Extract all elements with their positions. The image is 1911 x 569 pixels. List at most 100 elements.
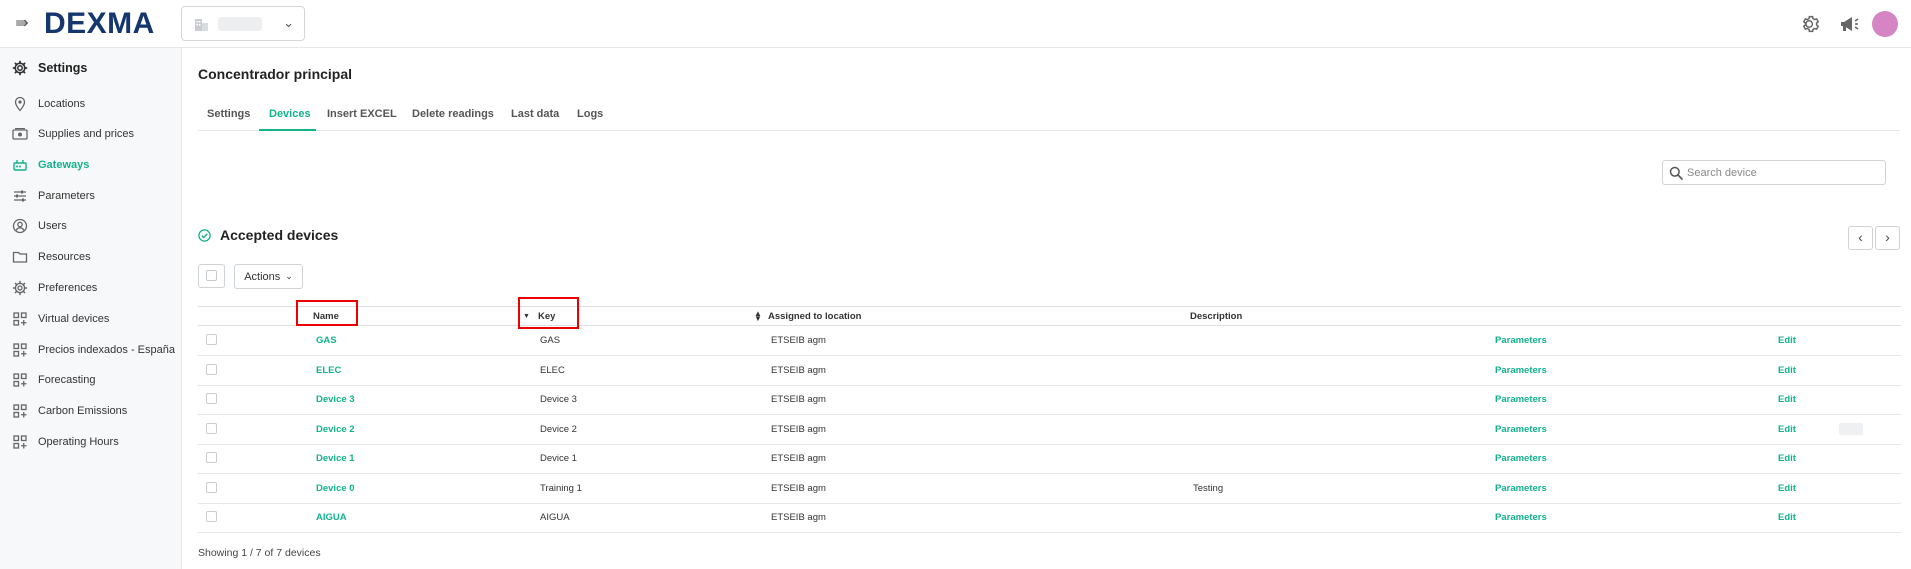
sidebar-item-carbon-emissions[interactable]: Carbon Emissions <box>12 401 177 421</box>
sidebar-item-label: Locations <box>38 98 86 110</box>
device-name-link[interactable]: GAS <box>316 335 337 346</box>
chevron-down-icon: ⌄ <box>285 271 293 281</box>
site-name-redacted <box>218 17 262 31</box>
edit-link[interactable]: Edit <box>1778 453 1796 464</box>
parameters-link[interactable]: Parameters <box>1495 483 1547 494</box>
parameters-link[interactable]: Parameters <box>1495 453 1547 464</box>
sidebar-item-resources[interactable]: Resources <box>12 247 177 267</box>
apps-icon <box>13 343 27 357</box>
active-tab-indicator <box>259 129 316 131</box>
sidebar-item-virtual-devices[interactable]: Virtual devices <box>12 309 177 329</box>
table-row: Device 3 Device 3 ETSEIB agm Parameters … <box>198 385 1901 415</box>
actions-label: Actions <box>244 270 281 283</box>
edit-link[interactable]: Edit <box>1778 512 1796 523</box>
column-header-description: Description <box>1190 311 1243 322</box>
column-header-location[interactable]: Assigned to location <box>768 311 861 322</box>
actions-dropdown[interactable]: Actions ⌄ <box>234 264 303 289</box>
sidebar-item-label: Supplies and prices <box>38 128 135 140</box>
tab-last-data[interactable]: Last data <box>511 108 559 120</box>
gear-icon <box>12 60 28 76</box>
section-title: Accepted devices <box>220 227 339 243</box>
row-checkbox[interactable] <box>206 482 217 493</box>
table-row: Device 1 Device 1 ETSEIB agm Parameters … <box>198 444 1901 474</box>
device-key: GAS <box>540 335 561 346</box>
apps-icon <box>13 404 27 418</box>
sidebar-item-forecasting[interactable]: Forecasting <box>12 370 177 390</box>
tab-devices[interactable]: Devices <box>269 108 311 120</box>
location-pin-icon <box>14 96 26 112</box>
device-location: ETSEIB agm <box>771 483 826 494</box>
device-name-link[interactable]: Device 1 <box>316 453 355 464</box>
folder-icon <box>12 251 28 263</box>
row-checkbox[interactable] <box>206 393 217 404</box>
device-name-link[interactable]: Device 2 <box>316 424 355 435</box>
sidebar-item-users[interactable]: Users <box>12 216 177 236</box>
sidebar-item-gateways[interactable]: Gateways <box>12 155 177 175</box>
row-checkbox[interactable] <box>206 452 217 463</box>
parameters-link[interactable]: Parameters <box>1495 335 1547 346</box>
site-selector[interactable]: ⌄ <box>181 6 305 41</box>
checkbox-box <box>206 270 217 281</box>
sidebar-item-operating-hours[interactable]: Operating Hours <box>12 432 177 452</box>
sidebar-heading: Settings <box>12 58 87 78</box>
device-key: Device 3 <box>540 394 577 405</box>
page-title: Concentrador principal <box>198 66 353 82</box>
sidebar-item-label: Gateways <box>38 159 90 171</box>
device-location: ETSEIB agm <box>771 335 826 346</box>
sidebar-item-label: Forecasting <box>38 374 96 386</box>
tab-delete-readings[interactable]: Delete readings <box>412 108 494 120</box>
sort-both-icon[interactable]: ▲ ▼ <box>754 310 762 323</box>
device-location: ETSEIB agm <box>771 453 826 464</box>
row-checkbox[interactable] <box>206 334 217 345</box>
edit-link[interactable]: Edit <box>1778 483 1796 494</box>
next-page-button[interactable]: › <box>1875 226 1900 250</box>
row-hover-button[interactable] <box>1839 423 1863 435</box>
sidebar-item-label: Virtual devices <box>38 313 110 325</box>
row-checkbox[interactable] <box>206 364 217 375</box>
select-all-checkbox[interactable] <box>198 264 225 288</box>
parameters-link[interactable]: Parameters <box>1495 394 1547 405</box>
edit-link[interactable]: Edit <box>1778 394 1796 405</box>
sidebar-item-parameters[interactable]: Parameters <box>12 186 177 206</box>
sidebar-item-preferences[interactable]: Preferences <box>12 278 177 298</box>
parameters-link[interactable]: Parameters <box>1495 424 1547 435</box>
sidebar-item-precios-indexados[interactable]: Precios indexados - España <box>12 340 177 360</box>
settings-gear-icon[interactable] <box>1800 13 1822 35</box>
chevron-left-icon: ‹ <box>1858 229 1863 245</box>
logo[interactable]: DEXMA <box>44 7 155 41</box>
table-row: Device 2 Device 2 ETSEIB agm Parameters … <box>198 415 1901 445</box>
tab-settings[interactable]: Settings <box>207 108 250 120</box>
previous-page-button[interactable]: ‹ <box>1848 226 1873 250</box>
megaphone-icon[interactable] <box>1838 14 1860 34</box>
apps-icon <box>13 373 27 387</box>
section-heading: Accepted devices <box>198 227 338 243</box>
tab-bar: Settings Devices Insert EXCEL Delete rea… <box>198 100 1900 131</box>
parameters-link[interactable]: Parameters <box>1495 365 1547 376</box>
check-circle-icon <box>198 228 211 242</box>
row-checkbox[interactable] <box>206 511 217 522</box>
device-name-link[interactable]: ELEC <box>316 365 341 376</box>
expand-menu-icon[interactable]: ⇛ <box>12 14 32 34</box>
device-location: ETSEIB agm <box>771 512 826 523</box>
search-box[interactable] <box>1662 160 1886 185</box>
device-name-link[interactable]: Device 0 <box>316 483 355 494</box>
gear-icon <box>12 280 28 296</box>
user-avatar[interactable] <box>1872 11 1898 37</box>
device-name-link[interactable]: Device 3 <box>316 394 355 405</box>
row-checkbox[interactable] <box>206 423 217 434</box>
sidebar-item-supplies[interactable]: Supplies and prices <box>12 124 177 144</box>
search-input[interactable] <box>1687 165 1877 181</box>
top-bar: ⇛ DEXMA ⌄ <box>0 0 1911 48</box>
sidebar-item-label: Carbon Emissions <box>38 405 128 417</box>
sidebar-item-label: Parameters <box>38 190 95 202</box>
tab-logs[interactable]: Logs <box>577 108 603 120</box>
edit-link[interactable]: Edit <box>1778 365 1796 376</box>
sidebar-item-locations[interactable]: Locations <box>12 94 177 114</box>
tab-insert-excel[interactable]: Insert EXCEL <box>327 108 397 120</box>
edit-link[interactable]: Edit <box>1778 335 1796 346</box>
device-name-link[interactable]: AIGUA <box>316 512 347 523</box>
chevron-down-icon: ⌄ <box>283 15 294 30</box>
edit-link[interactable]: Edit <box>1778 424 1796 435</box>
search-icon <box>1669 166 1683 180</box>
parameters-link[interactable]: Parameters <box>1495 512 1547 523</box>
